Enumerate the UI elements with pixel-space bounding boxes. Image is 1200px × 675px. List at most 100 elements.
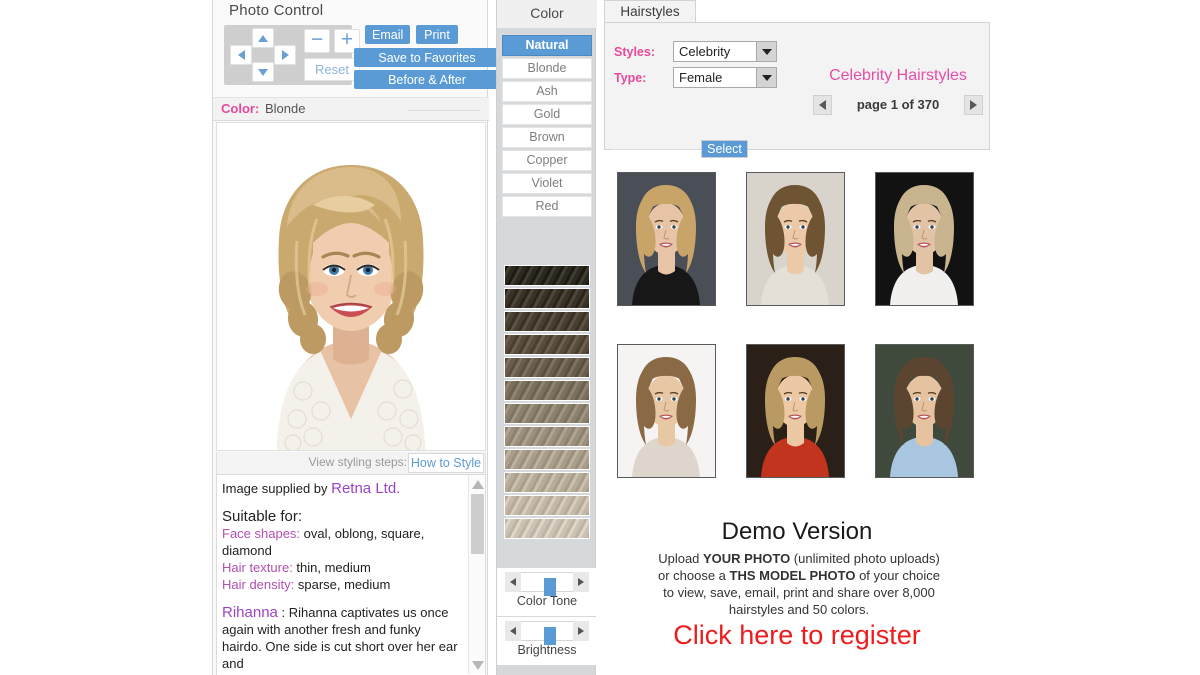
hair-color-swatch[interactable] <box>504 472 590 493</box>
triangle-right-icon <box>578 627 584 635</box>
slider-brightness[interactable]: Brightness <box>497 617 597 665</box>
color-option-ash[interactable]: Ash <box>502 81 592 102</box>
tab-hairstyles[interactable]: Hairstyles <box>604 0 696 23</box>
color-option-natural[interactable]: Natural <box>502 35 592 56</box>
hair-color-swatch[interactable] <box>504 288 590 309</box>
styles-dropdown[interactable]: Celebrity <box>673 41 777 62</box>
hair-color-swatch[interactable] <box>504 495 590 516</box>
hair-color-swatch[interactable] <box>504 265 590 286</box>
triangle-up-icon <box>258 34 268 42</box>
pan-left-button[interactable] <box>230 45 252 65</box>
zoom-out-button[interactable]: − <box>304 29 330 53</box>
demo-line1-c: (unlimited photo uploads) <box>790 551 940 566</box>
slider-increase-button[interactable] <box>573 572 589 592</box>
triangle-down-icon <box>258 68 268 76</box>
save-to-favorites-button[interactable]: Save to Favorites <box>354 48 500 67</box>
hair-texture-line: Hair texture: thin, medium <box>222 559 462 576</box>
thumbnail-3[interactable] <box>875 172 974 306</box>
triangle-left-icon <box>237 50 245 60</box>
hair-density-line: Hair density: sparse, medium <box>222 576 462 593</box>
scrollbar-thumb[interactable] <box>471 494 484 554</box>
demo-line2-c: of your choice <box>855 568 940 583</box>
hair-color-swatch[interactable] <box>504 380 590 401</box>
divider-rule <box>612 149 698 150</box>
color-option-blonde[interactable]: Blonde <box>502 58 592 79</box>
select-button[interactable]: Select <box>701 140 748 158</box>
image-credit-source: Retna Ltd. <box>331 480 401 497</box>
hair-color-swatch[interactable] <box>504 311 590 332</box>
hair-texture-label: Hair texture: <box>222 560 293 575</box>
thumbnail-portrait <box>876 173 973 305</box>
hair-density-value: sparse, medium <box>294 577 391 592</box>
slider-increase-button[interactable] <box>573 621 589 641</box>
chevron-down-icon[interactable] <box>756 68 776 87</box>
demo-line-1: Upload YOUR PHOTO (unlimited photo uploa… <box>624 550 974 567</box>
hair-color-swatch[interactable] <box>504 334 590 355</box>
hair-color-swatch[interactable] <box>504 518 590 539</box>
hairstyles-controls-panel: Styles: Celebrity Type: Female Celebrity… <box>604 22 990 158</box>
thumbnail-4[interactable] <box>617 344 716 478</box>
email-button[interactable]: Email <box>365 25 410 44</box>
thumbnail-1[interactable] <box>617 172 716 306</box>
scroll-down-button[interactable] <box>470 657 485 673</box>
triangle-down-icon <box>761 48 772 55</box>
pan-right-button[interactable] <box>274 45 296 65</box>
slider-color-tone[interactable]: Color Tone <box>497 568 597 616</box>
type-dropdown[interactable]: Female <box>673 67 777 88</box>
triangle-right-icon <box>578 578 584 586</box>
current-color-value: Blonde <box>265 101 306 116</box>
color-panel-title: Color <box>497 0 597 28</box>
slider-decrease-button[interactable] <box>505 621 521 641</box>
pan-controls: − + Reset <box>224 25 360 85</box>
hair-color-swatch[interactable] <box>504 426 590 447</box>
app-window: Photo Control − + Reset Email Print Save… <box>0 0 1200 675</box>
chevron-down-icon[interactable] <box>756 42 776 61</box>
hair-color-swatch[interactable] <box>504 357 590 378</box>
hair-color-swatch[interactable] <box>504 449 590 470</box>
photo-control-title: Photo Control <box>229 2 324 19</box>
image-credit-line: Image supplied by Retna Ltd. <box>222 480 462 497</box>
face-shapes-line: Face shapes: oval, oblong, square, diamo… <box>222 525 462 559</box>
description-text: Image supplied by Retna Ltd. Suitable fo… <box>222 480 462 672</box>
slider-label: Color Tone <box>516 594 578 608</box>
pan-up-button[interactable] <box>252 28 274 48</box>
thumbnail-portrait <box>618 173 715 305</box>
image-credit-prefix: Image supplied by <box>222 481 332 496</box>
color-option-copper[interactable]: Copper <box>502 150 592 171</box>
model-photo[interactable] <box>216 122 486 451</box>
hairstyles-heading: Celebrity Hairstyles <box>829 67 967 84</box>
pan-down-button[interactable] <box>252 62 274 82</box>
how-to-style-button[interactable]: How to Style <box>408 453 484 473</box>
demo-line-2: or choose a THS MODEL PHOTO of your choi… <box>624 567 974 584</box>
slider-decrease-button[interactable] <box>505 572 521 592</box>
print-button[interactable]: Print <box>416 25 458 44</box>
color-option-red[interactable]: Red <box>502 196 592 217</box>
page-indicator: page 1 of 370 <box>856 97 940 112</box>
celebrity-name: Rihanna <box>222 604 278 621</box>
thumbnail-portrait <box>747 173 844 305</box>
demo-ths-model-photo: THS MODEL PHOTO <box>729 568 856 583</box>
reset-button[interactable]: Reset <box>304 58 360 81</box>
description-scrollbar[interactable] <box>468 475 485 674</box>
type-label: Type: <box>614 71 647 85</box>
hair-color-swatch[interactable] <box>504 403 590 424</box>
triangle-down-icon <box>761 74 772 81</box>
triangle-down-icon <box>471 660 484 670</box>
register-link[interactable]: Click here to register <box>604 620 990 651</box>
thumbnail-6[interactable] <box>875 344 974 478</box>
thumbnail-5[interactable] <box>746 344 845 478</box>
color-option-violet[interactable]: Violet <box>502 173 592 194</box>
triangle-up-icon <box>471 479 484 489</box>
color-option-gold[interactable]: Gold <box>502 104 592 125</box>
tab-bar: Hairstyles <box>604 0 990 23</box>
color-option-brown[interactable]: Brown <box>502 127 592 148</box>
scroll-up-button[interactable] <box>470 476 485 492</box>
demo-version-title: Demo Version <box>721 518 873 545</box>
next-page-button[interactable] <box>964 95 983 115</box>
hair-density-label: Hair density: <box>222 577 295 592</box>
demo-line1-a: Upload <box>658 551 704 566</box>
thumbnail-2[interactable] <box>746 172 845 306</box>
before-and-after-button[interactable]: Before & After <box>354 70 500 89</box>
